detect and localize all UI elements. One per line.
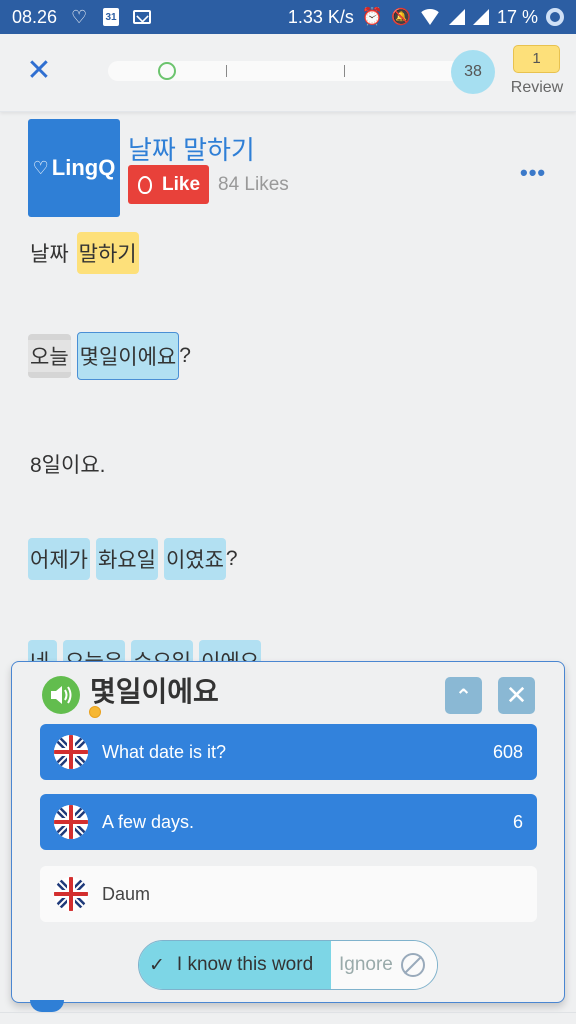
bottom-divider [0,1012,576,1013]
signal-icon [448,9,465,25]
progress-marker-icon [158,62,176,80]
popup-term: 몇일이에요 [90,676,219,707]
logo-text: LingQ [51,155,116,180]
meaning-item[interactable]: What date is it? 608 [40,724,537,780]
know-label: I know this word [176,954,314,975]
close-lesson-button[interactable]: ✕ [24,56,54,86]
rose-icon [138,175,152,194]
review-count-badge[interactable]: 1 [513,45,560,73]
alarm-icon: ⏰ [361,7,384,26]
word-status-dot[interactable] [89,706,101,718]
lingq-pin-icon: ♡ [32,157,49,178]
clock: 08.26 [12,6,58,27]
battery-level: 17 % [496,6,538,27]
lingq-icon: ♡ [71,7,88,27]
likes-count: 84 Likes [218,174,289,195]
mail-icon [133,10,152,24]
calendar-icon: 31 [103,8,120,26]
punctuation: ? [225,547,238,570]
word-token[interactable]: 어제가 [28,538,90,580]
lesson-toolbar: ✕ 38 1 Review [0,34,576,112]
word-token[interactable]: 화요일 [95,538,158,580]
meaning-item[interactable]: Daum [40,866,537,922]
more-options-icon[interactable]: ••• [520,160,546,186]
uk-flag-icon [54,735,88,769]
word-token[interactable]: 말하기 [76,232,139,274]
text-line: 8일이요. [28,443,107,485]
close-popup-button[interactable]: ✕ [498,677,535,714]
network-speed: 1.33 K/s [287,6,354,27]
meaning-item[interactable]: A few days. 6 [40,794,537,850]
meaning-popularity: 608 [492,741,523,762]
word-token[interactable]: 8일이요. [28,443,107,485]
battery-icon [546,8,564,26]
meaning-popularity: 6 [512,811,523,832]
lesson-title: 날짜 말하기 [128,135,255,165]
i-know-this-word-button[interactable]: ✓ I know this word [139,941,331,989]
word-token[interactable]: 이였죠 [163,538,226,580]
wifi-icon [418,9,441,25]
punctuation: ? [179,344,191,367]
text-line: 날짜 말하기 [28,232,139,274]
word-token[interactable]: 몇일이에요 [76,332,180,380]
like-button[interactable]: Like [128,165,209,204]
bell-off-icon: 🔕 [391,9,411,26]
floating-button-edge[interactable] [30,1000,64,1012]
ban-icon [400,953,425,977]
progress-tick [344,65,345,77]
status-bar: 08.26 ♡ 31 1.33 K/s ⏰ 🔕 17 % [0,0,576,34]
like-label: Like [162,173,201,195]
uk-flag-icon [54,805,88,839]
review-label[interactable]: Review [507,79,567,97]
ignore-button[interactable]: Ignore [331,941,437,989]
lesson-cover-logo: ♡ LingQ [28,119,120,217]
check-icon: ✓ [149,954,165,976]
text-line: 어제가 화요일 이였죠? [28,538,238,580]
meaning-text: A few days. [102,811,195,832]
meaning-text: Daum [102,883,151,904]
lesson-progress-bar [108,61,468,81]
word-token[interactable]: 오늘 [28,334,71,378]
progress-tick [226,65,227,77]
text-line: 오늘 몇일이에요? [28,332,191,380]
uk-flag-icon [54,877,88,911]
word-action-pill: ✓ I know this word Ignore [138,940,438,990]
lingq-count-badge[interactable]: 38 [451,50,495,94]
expand-popup-button[interactable]: ⌃ [445,677,482,714]
speaker-icon[interactable] [42,676,80,714]
ignore-label: Ignore [339,954,393,975]
word-popup: 몇일이에요 ⌃ ✕ What date is it? 608 A few day… [11,661,565,1003]
word-token[interactable]: 날짜 [28,232,71,274]
signal-roaming-icon [472,9,489,25]
meaning-text: What date is it? [102,741,227,762]
